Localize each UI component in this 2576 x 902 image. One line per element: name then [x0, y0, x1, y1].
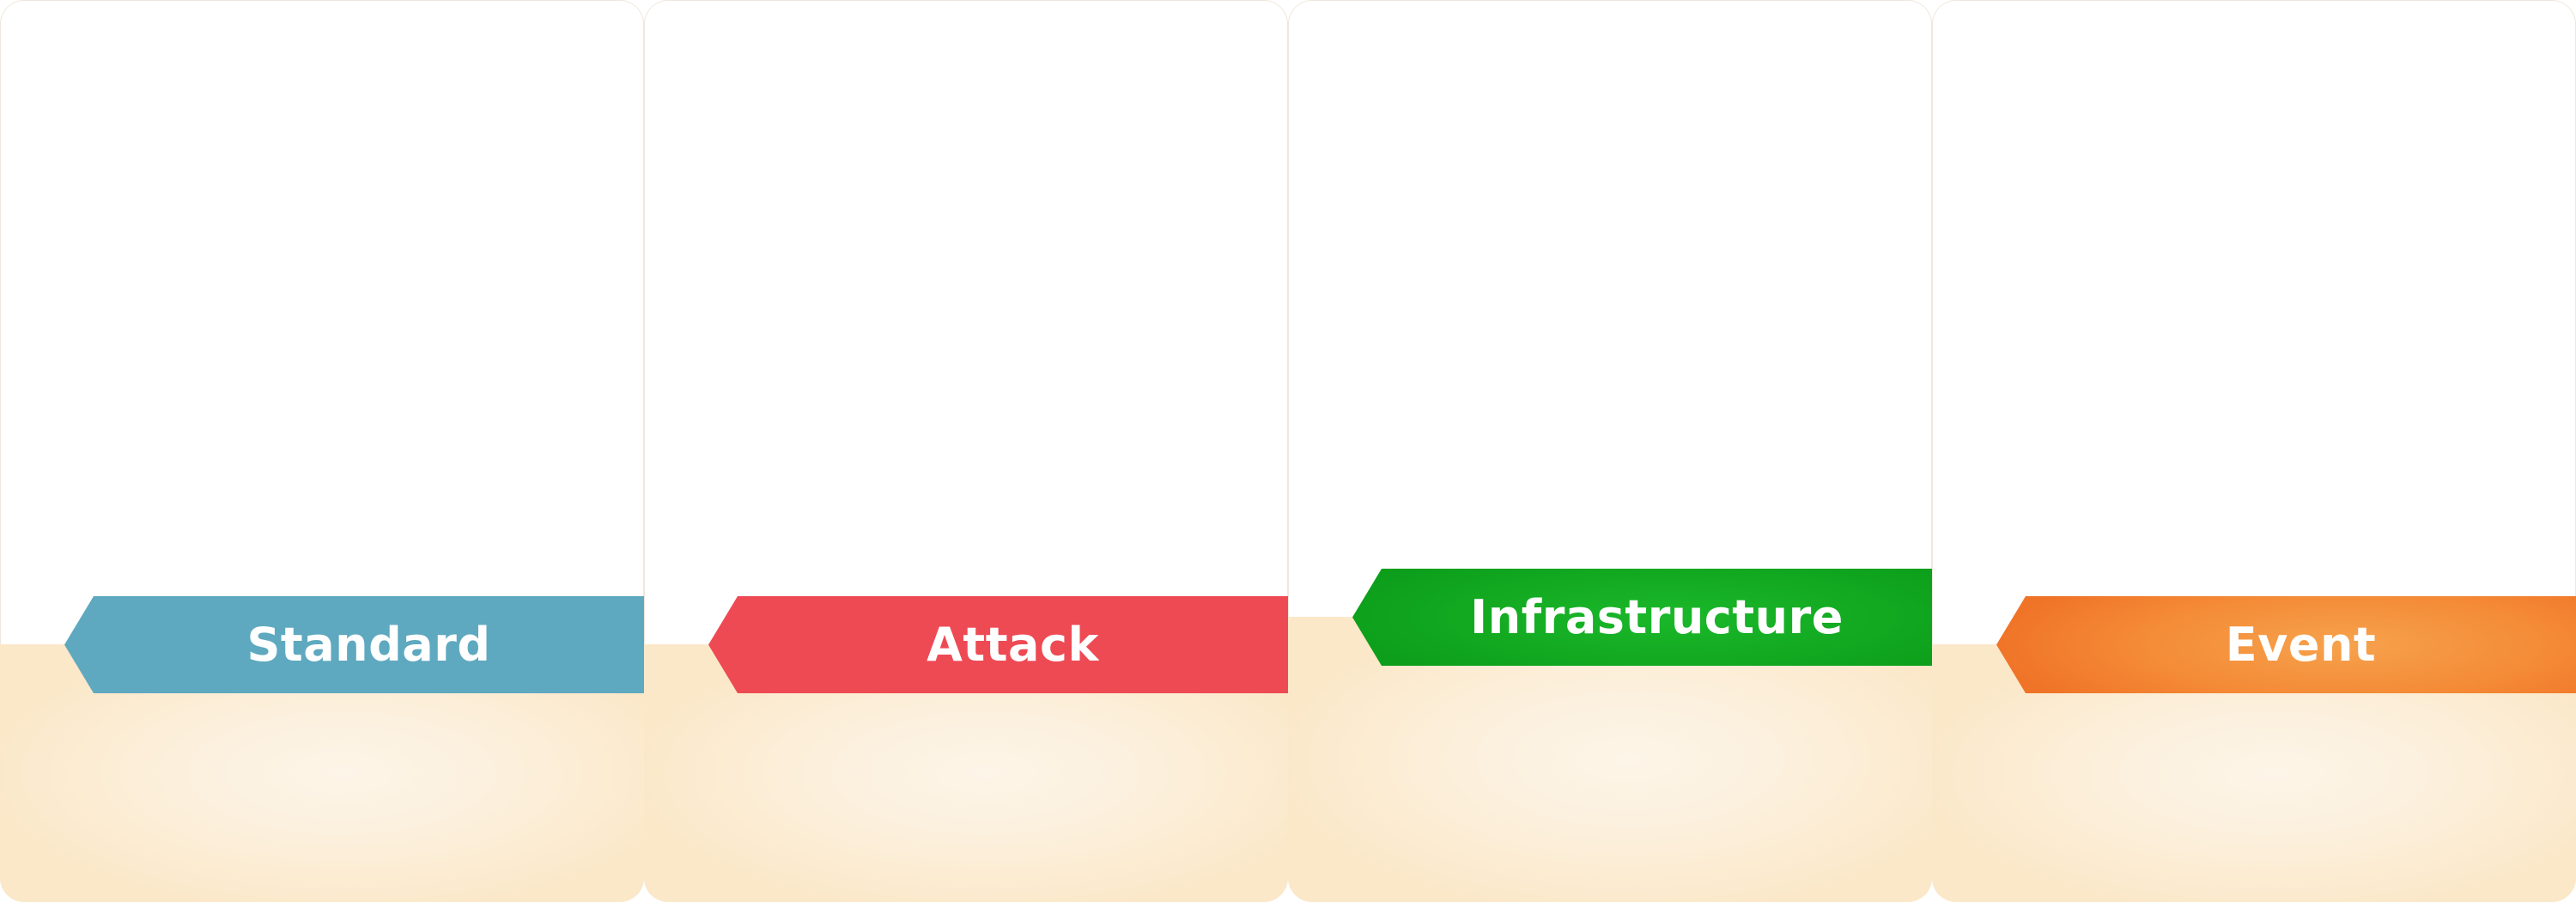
category-label: Attack: [927, 618, 1099, 672]
card-body: [0, 0, 644, 902]
card-row: Standard Attack Infrastructure Event: [0, 0, 2576, 902]
card-body: [1288, 0, 1932, 902]
card-event[interactable]: Event: [1932, 0, 2576, 902]
card-body: [1932, 0, 2576, 902]
category-label: Event: [2225, 618, 2377, 672]
category-banner-infrastructure: Infrastructure: [1352, 569, 1932, 666]
card-attack[interactable]: Attack: [644, 0, 1288, 902]
card-body: [644, 0, 1288, 902]
category-banner-attack: Attack: [708, 596, 1288, 693]
category-label: Infrastructure: [1470, 590, 1844, 644]
category-label: Standard: [246, 618, 491, 672]
card-standard[interactable]: Standard: [0, 0, 644, 902]
card-infrastructure[interactable]: Infrastructure: [1288, 0, 1932, 902]
category-banner-standard: Standard: [64, 596, 644, 693]
category-banner-event: Event: [1996, 596, 2576, 693]
